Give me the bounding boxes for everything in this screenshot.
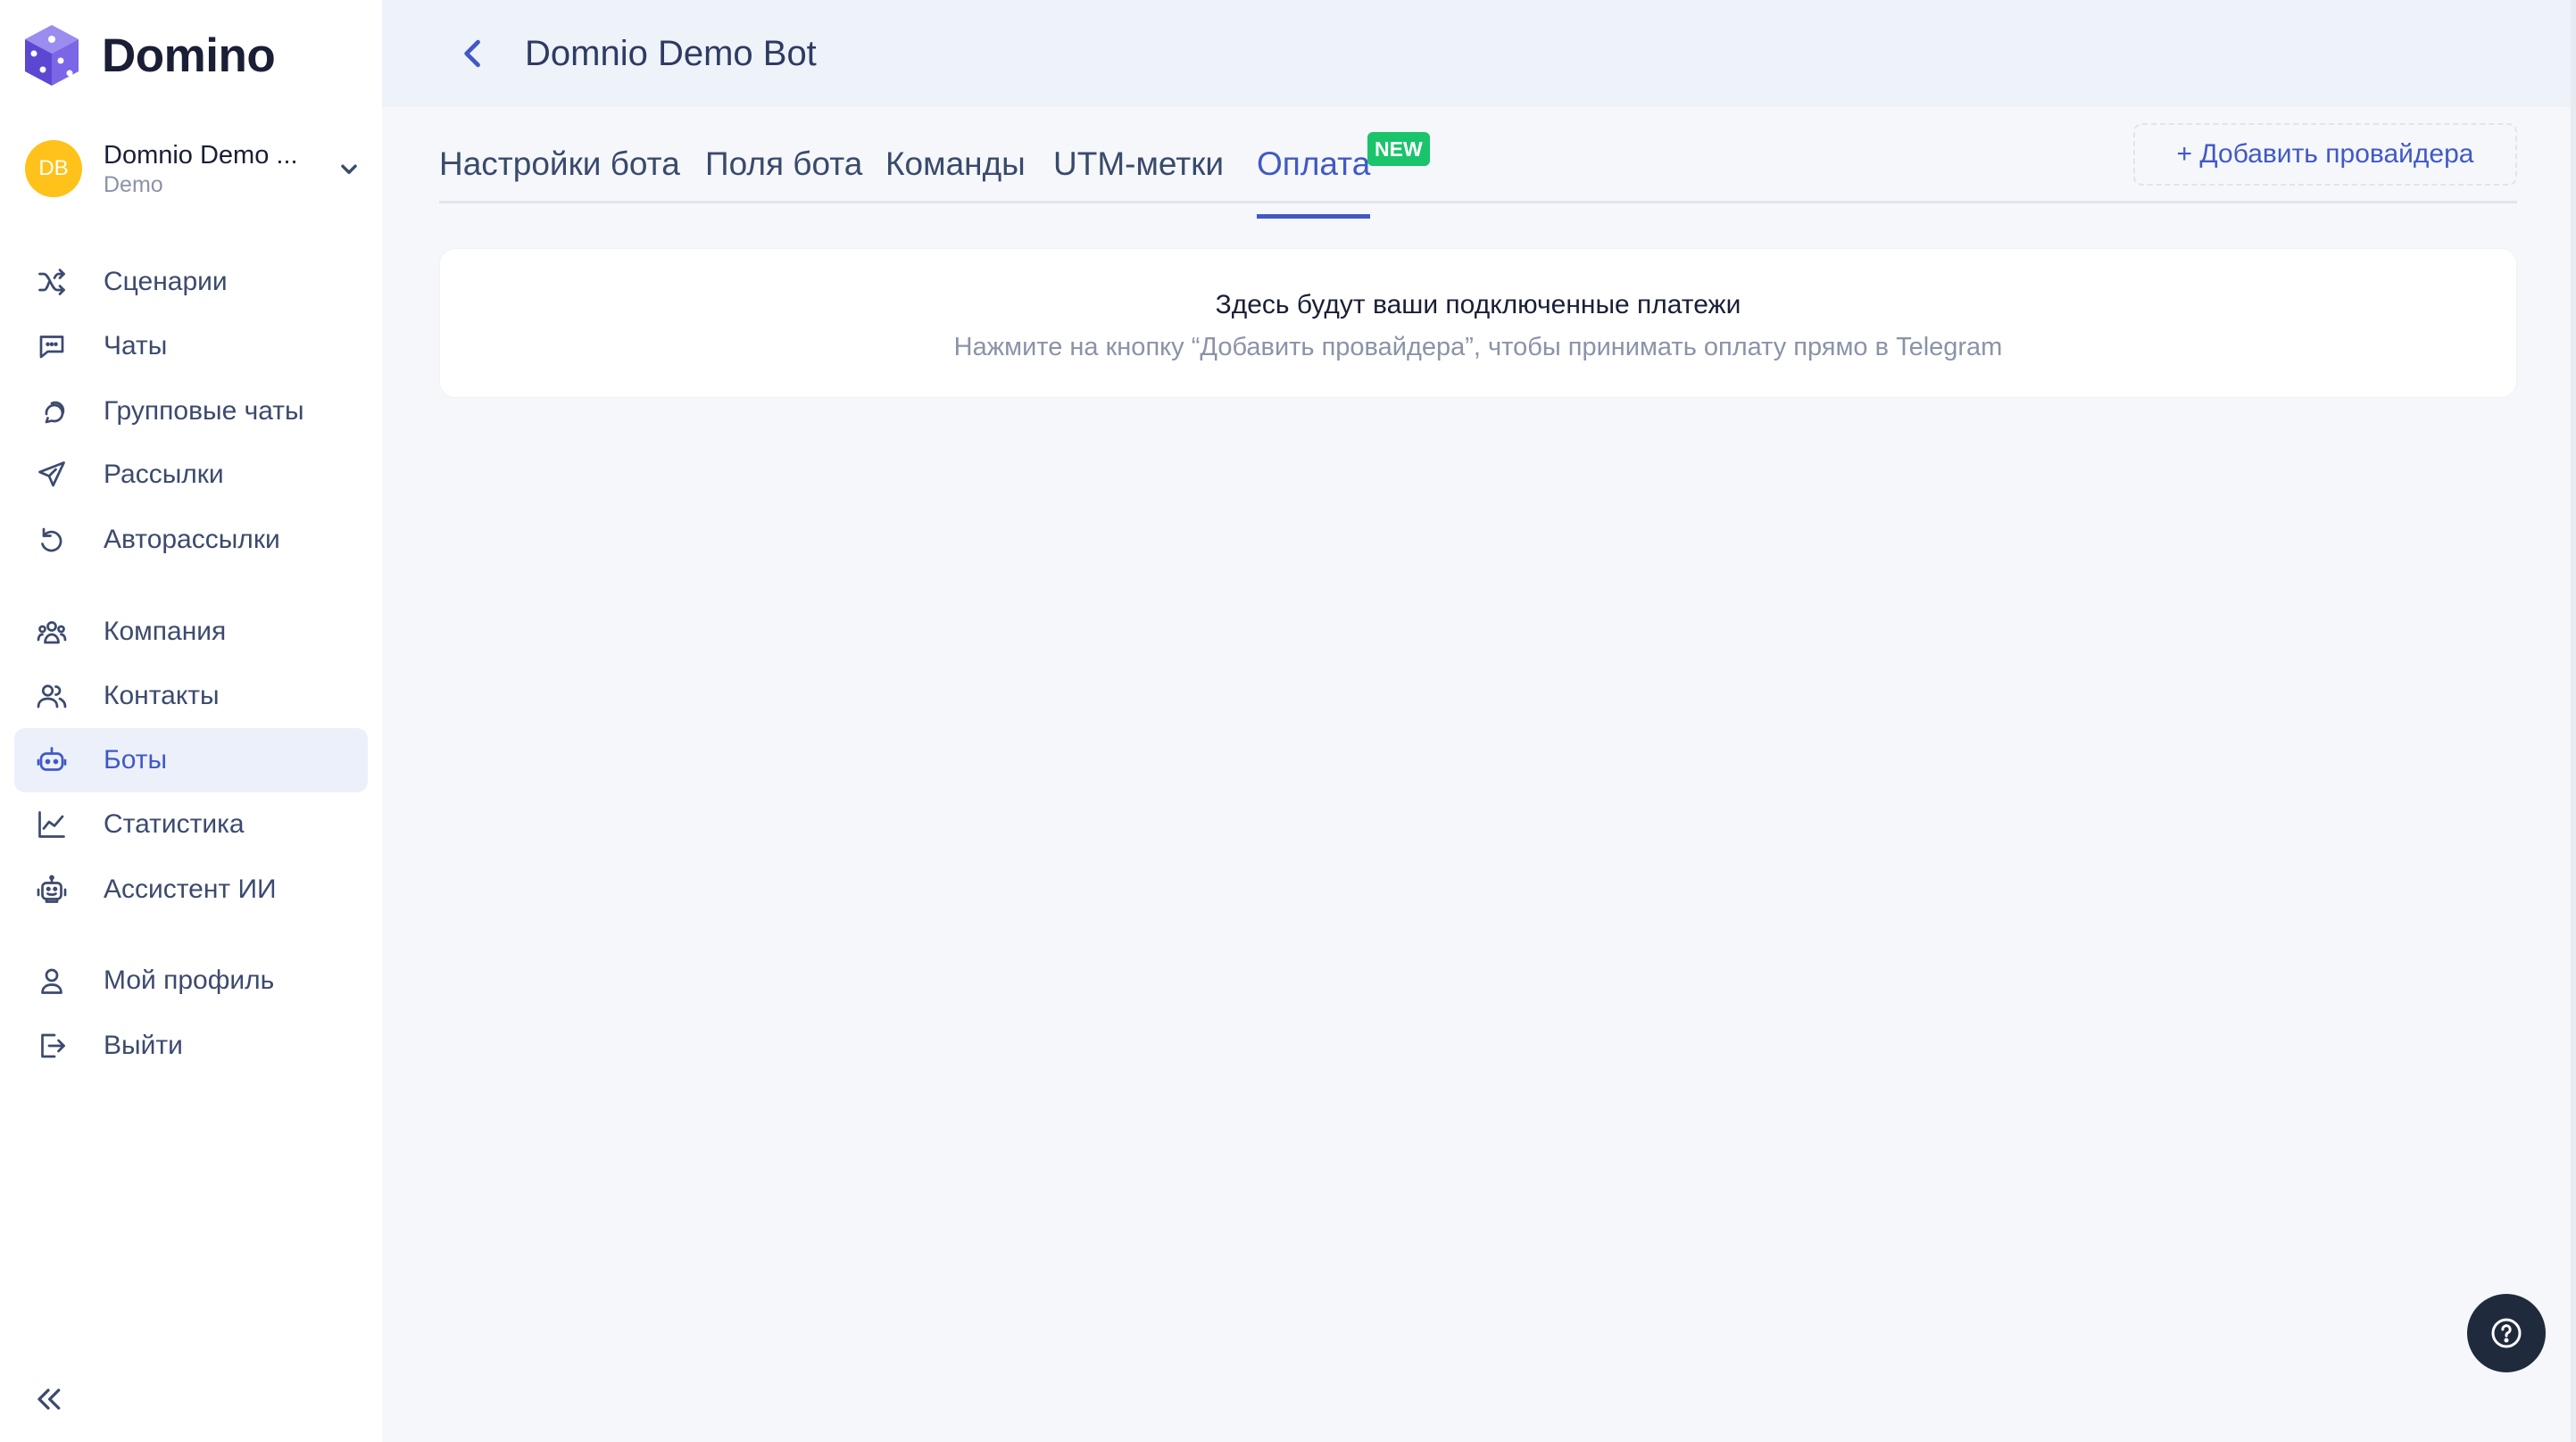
sidebar-item-label: Групповые чаты xyxy=(104,396,304,426)
help-button[interactable] xyxy=(2467,1294,2546,1372)
app-root: Domino DB Domnio Demo ... Demo Сценарии … xyxy=(0,0,2576,1442)
chat-bubble-icon xyxy=(34,328,70,364)
sidebar-item-mailings[interactable]: Рассылки xyxy=(14,443,368,507)
domino-logo-icon xyxy=(25,25,79,86)
empty-state-title: Здесь будут ваши подключенные платежи xyxy=(1215,290,1741,319)
sidebar-item-label: Компания xyxy=(104,617,227,646)
add-provider-button[interactable]: + Добавить провайдера xyxy=(2133,123,2517,186)
sidebar: Domino DB Domnio Demo ... Demo Сценарии … xyxy=(0,0,382,1442)
account-name: Domnio Demo ... xyxy=(104,141,298,170)
sidebar-item-bots[interactable]: Боты xyxy=(14,728,368,792)
sidebar-item-label: Мой профиль xyxy=(104,965,275,995)
sidebar-item-label: Выйти xyxy=(104,1031,183,1060)
contacts-icon xyxy=(34,678,70,714)
empty-state-card: Здесь будут ваши подключенные платежи На… xyxy=(439,248,2517,398)
sidebar-item-label: Авторассылки xyxy=(104,525,280,554)
sidebar-item-label: Боты xyxy=(104,745,168,775)
bot-icon xyxy=(34,742,70,778)
shuffle-icon xyxy=(34,264,70,300)
sidebar-item-label: Чаты xyxy=(104,331,168,360)
tab-bot-settings[interactable]: Настройки бота xyxy=(439,143,680,186)
sidebar-item-auto-mailings[interactable]: Авторассылки xyxy=(14,508,368,572)
logo[interactable]: Domino xyxy=(21,20,276,91)
sidebar-item-label: Сценарии xyxy=(104,267,228,296)
tab-payment[interactable]: Оплата xyxy=(1257,143,1371,219)
refresh-icon xyxy=(34,522,70,558)
logout-icon xyxy=(34,1028,70,1064)
account-subtitle: Demo xyxy=(104,172,163,197)
group-chat-icon xyxy=(34,394,70,429)
page-title: Domnio Demo Bot xyxy=(525,34,817,73)
tab-commands[interactable]: Команды xyxy=(885,143,1026,186)
new-badge: NEW xyxy=(1367,132,1430,166)
sidebar-item-contacts[interactable]: Контакты xyxy=(14,664,368,728)
sidebar-item-statistics[interactable]: Статистика xyxy=(14,792,368,857)
help-icon xyxy=(2491,1318,2522,1348)
tab-utm-tags[interactable]: UTM-метки xyxy=(1053,143,1224,186)
sidebar-item-logout[interactable]: Выйти xyxy=(14,1014,368,1078)
topbar: Domnio Demo Bot xyxy=(382,0,2576,107)
ai-assistant-icon xyxy=(34,872,70,907)
sidebar-item-label: Контакты xyxy=(104,681,220,710)
sidebar-item-company[interactable]: Компания xyxy=(14,600,368,664)
user-icon xyxy=(34,963,70,999)
sidebar-item-label: Ассистент ИИ xyxy=(104,874,277,904)
tab-bot-fields[interactable]: Поля бота xyxy=(705,143,862,186)
send-icon xyxy=(34,457,70,493)
chevron-left-icon[interactable] xyxy=(453,34,493,73)
account-text: Domnio Demo ... Demo xyxy=(104,139,318,198)
chevron-down-icon xyxy=(341,164,357,174)
sidebar-item-chats[interactable]: Чаты xyxy=(14,314,368,378)
double-chevron-left-icon[interactable] xyxy=(30,1381,66,1417)
sidebar-item-my-profile[interactable]: Мой профиль xyxy=(14,949,368,1013)
sidebar-item-ai-assistant[interactable]: Ассистент ИИ xyxy=(14,858,368,922)
main-content: Domnio Demo Bot Настройки бота Поля бота… xyxy=(382,0,2576,1442)
avatar: DB xyxy=(25,140,82,197)
logo-text: Domino xyxy=(102,29,276,82)
sidebar-item-group-chats[interactable]: Групповые чаты xyxy=(14,379,368,443)
account-switcher[interactable]: DB Domnio Demo ... Demo xyxy=(25,139,364,198)
chart-icon xyxy=(34,807,70,842)
sidebar-item-scenarios[interactable]: Сценарии xyxy=(14,250,368,314)
team-icon xyxy=(34,614,70,650)
sidebar-item-label: Статистика xyxy=(104,809,245,839)
empty-state-subtitle: Нажмите на кнопку “Добавить провайдера”,… xyxy=(953,333,2003,361)
window-edge xyxy=(2571,0,2576,1442)
sidebar-item-label: Рассылки xyxy=(104,460,224,489)
